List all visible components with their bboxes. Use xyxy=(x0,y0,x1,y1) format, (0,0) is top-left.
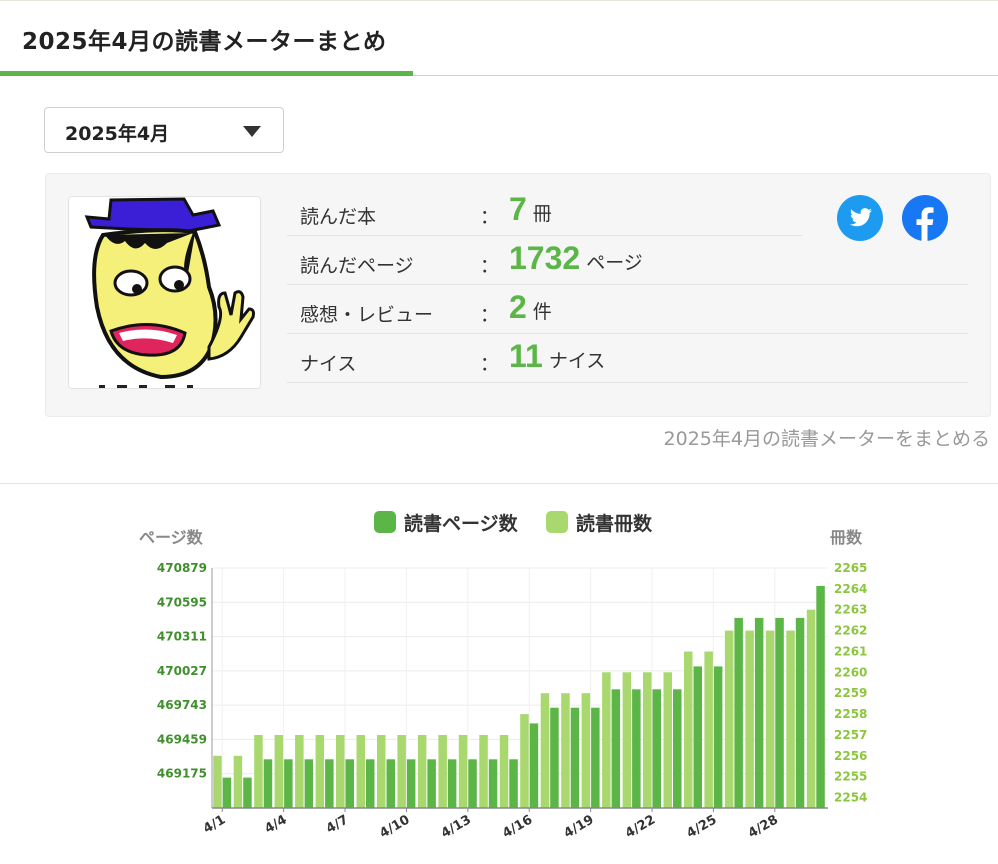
bar-books xyxy=(806,609,816,808)
bar-pages xyxy=(325,759,334,808)
bar-books xyxy=(479,735,488,808)
bar-books xyxy=(254,735,263,808)
bar-books xyxy=(499,735,509,808)
y-right-tick-label: 2264 xyxy=(834,582,867,596)
bar-pages xyxy=(591,707,600,808)
x-tick-label: 4/1 xyxy=(201,812,228,836)
bar-books xyxy=(643,672,652,808)
bar-books xyxy=(704,651,713,808)
bar-pages xyxy=(468,759,477,808)
bar-books xyxy=(356,735,365,808)
bar-books xyxy=(581,693,591,808)
bar-books xyxy=(602,672,611,808)
x-tick-label: 4/10 xyxy=(377,812,412,841)
bar-pages xyxy=(734,617,743,808)
bar-pages xyxy=(427,759,436,808)
bar-pages xyxy=(243,777,252,808)
bar-books xyxy=(765,630,775,808)
y-right-tick-label: 2265 xyxy=(834,561,867,575)
y-right-tick-label: 2255 xyxy=(834,770,867,784)
bar-books xyxy=(377,735,386,808)
y-right-tick-label: 2260 xyxy=(834,665,867,679)
bar-books xyxy=(336,735,345,808)
bar-books xyxy=(540,693,550,808)
x-tick-label: 4/25 xyxy=(684,812,719,841)
bar-pages xyxy=(406,759,416,808)
bar-books xyxy=(397,735,406,808)
bar-pages xyxy=(693,666,702,808)
bar-books xyxy=(684,651,693,808)
y-left-tick-label: 470879 xyxy=(157,561,207,575)
bar-books xyxy=(213,755,222,808)
y-left-tick-label: 469743 xyxy=(157,698,207,712)
y-right-tick-label: 2258 xyxy=(834,707,867,721)
bar-pages xyxy=(386,759,395,808)
bar-books xyxy=(315,735,325,808)
bar-books xyxy=(663,672,672,808)
bar-pages xyxy=(754,617,764,808)
bar-books xyxy=(233,755,243,808)
y-right-tick-label: 2262 xyxy=(834,624,867,638)
bar-pages xyxy=(632,689,641,808)
y-left-tick-label: 470595 xyxy=(157,595,207,609)
bar-pages xyxy=(652,689,661,808)
y-right-tick-label: 2257 xyxy=(834,728,867,742)
bar-books xyxy=(622,672,632,808)
y-right-tick-label: 2261 xyxy=(834,644,867,658)
bar-pages xyxy=(509,759,518,808)
bar-pages xyxy=(795,617,805,808)
bar-pages xyxy=(263,759,273,808)
x-tick-label: 4/13 xyxy=(439,812,474,841)
bar-pages xyxy=(550,707,559,808)
bar-pages xyxy=(611,689,621,808)
bar-pages xyxy=(222,777,232,808)
x-tick-label: 4/28 xyxy=(746,812,781,841)
bar-pages xyxy=(775,617,784,808)
bar-books xyxy=(438,735,447,808)
bar-pages xyxy=(345,759,354,808)
bar-books xyxy=(786,630,795,808)
bar-pages xyxy=(713,666,723,808)
y-right-tick-label: 2256 xyxy=(834,749,867,763)
bar-pages xyxy=(488,759,498,808)
x-tick-label: 4/19 xyxy=(562,812,597,841)
bar-books xyxy=(295,735,304,808)
bar-pages xyxy=(447,759,457,808)
bar-pages xyxy=(284,759,293,808)
bar-pages xyxy=(304,759,314,808)
y-right-tick-label: 2259 xyxy=(834,686,867,700)
bar-books xyxy=(274,735,284,808)
y-left-tick-label: 470027 xyxy=(157,664,207,678)
x-tick-label: 4/22 xyxy=(623,812,658,841)
bar-pages xyxy=(366,759,375,808)
bar-books xyxy=(561,693,570,808)
bar-pages xyxy=(570,707,580,808)
bar-books xyxy=(520,714,529,808)
bar-pages xyxy=(529,723,539,808)
bar-pages xyxy=(673,689,682,808)
y-left-tick-label: 469459 xyxy=(157,732,207,746)
y-left-tick-label: 470311 xyxy=(157,630,207,644)
y-left-tick-label: 469175 xyxy=(157,767,207,781)
bar-books xyxy=(745,630,754,808)
bar-books xyxy=(458,735,468,808)
y-right-tick-label: 2263 xyxy=(834,603,867,617)
x-tick-label: 4/7 xyxy=(324,812,351,836)
reading-chart: 470879 470595 470311 470027 469743 469459 4691… xyxy=(157,561,868,841)
x-tick-label: 4/4 xyxy=(262,812,289,836)
bar-pages xyxy=(816,585,825,808)
bar-books xyxy=(724,630,734,808)
y-right-tick-label: 2254 xyxy=(834,791,867,805)
bar-books xyxy=(417,735,427,808)
x-tick-label: 4/16 xyxy=(500,812,535,841)
